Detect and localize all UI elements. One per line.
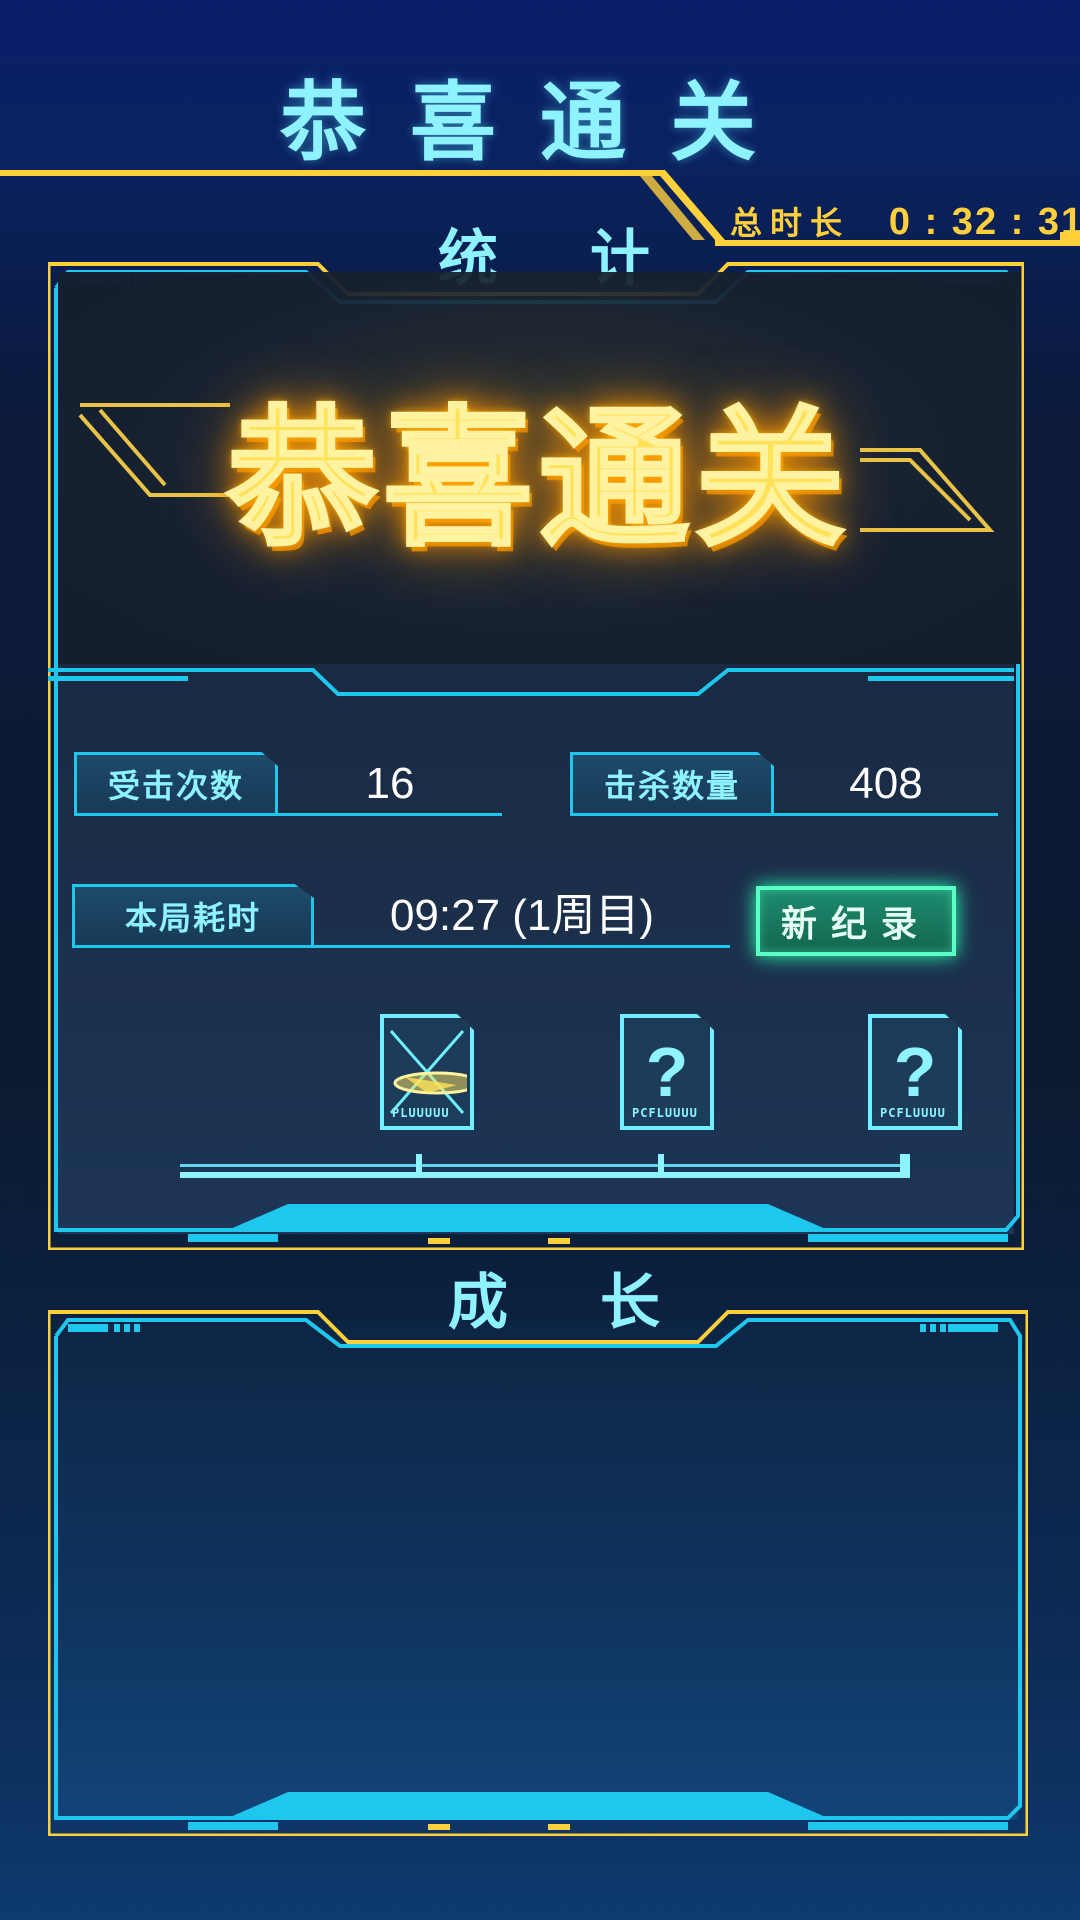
locked-question-icon: ? [893,1033,937,1111]
run-time-value: 09:27 (1周目) [314,884,730,948]
growth-panel-frame [48,1310,1028,1836]
total-time-value: 0 : 32 : 31 [888,201,1080,243]
growth-panel [48,1306,1028,1836]
locked-question-icon: ? [645,1033,689,1111]
run-time-label: 本局耗时 [72,884,314,948]
reward-card-3-tag: PCFLUUUU [880,1106,946,1120]
victory-banner-text: 恭喜通关 [225,394,851,565]
hits-label: 受击次数 [74,752,278,816]
page-title: 恭喜通关 [280,75,800,171]
kills-value: 408 [774,752,998,816]
ship-icon [389,1030,467,1114]
reward-card-2-tag: PCFLUUUU [632,1106,698,1120]
reward-card-3[interactable]: ? PCFLUUUU [868,1014,962,1130]
reward-card-2[interactable]: ? PCFLUUUU [620,1014,714,1130]
hits-value: 16 [278,752,502,816]
growth-panel-title: 成长 [448,1269,752,1336]
kills-label: 击杀数量 [570,752,774,816]
reward-card-1-tag: PLUUUUU [392,1106,450,1120]
reward-progress-track [180,1154,910,1178]
new-record-badge: 新纪录 [756,886,956,956]
reward-card-1[interactable]: PLUUUUU [380,1014,474,1130]
